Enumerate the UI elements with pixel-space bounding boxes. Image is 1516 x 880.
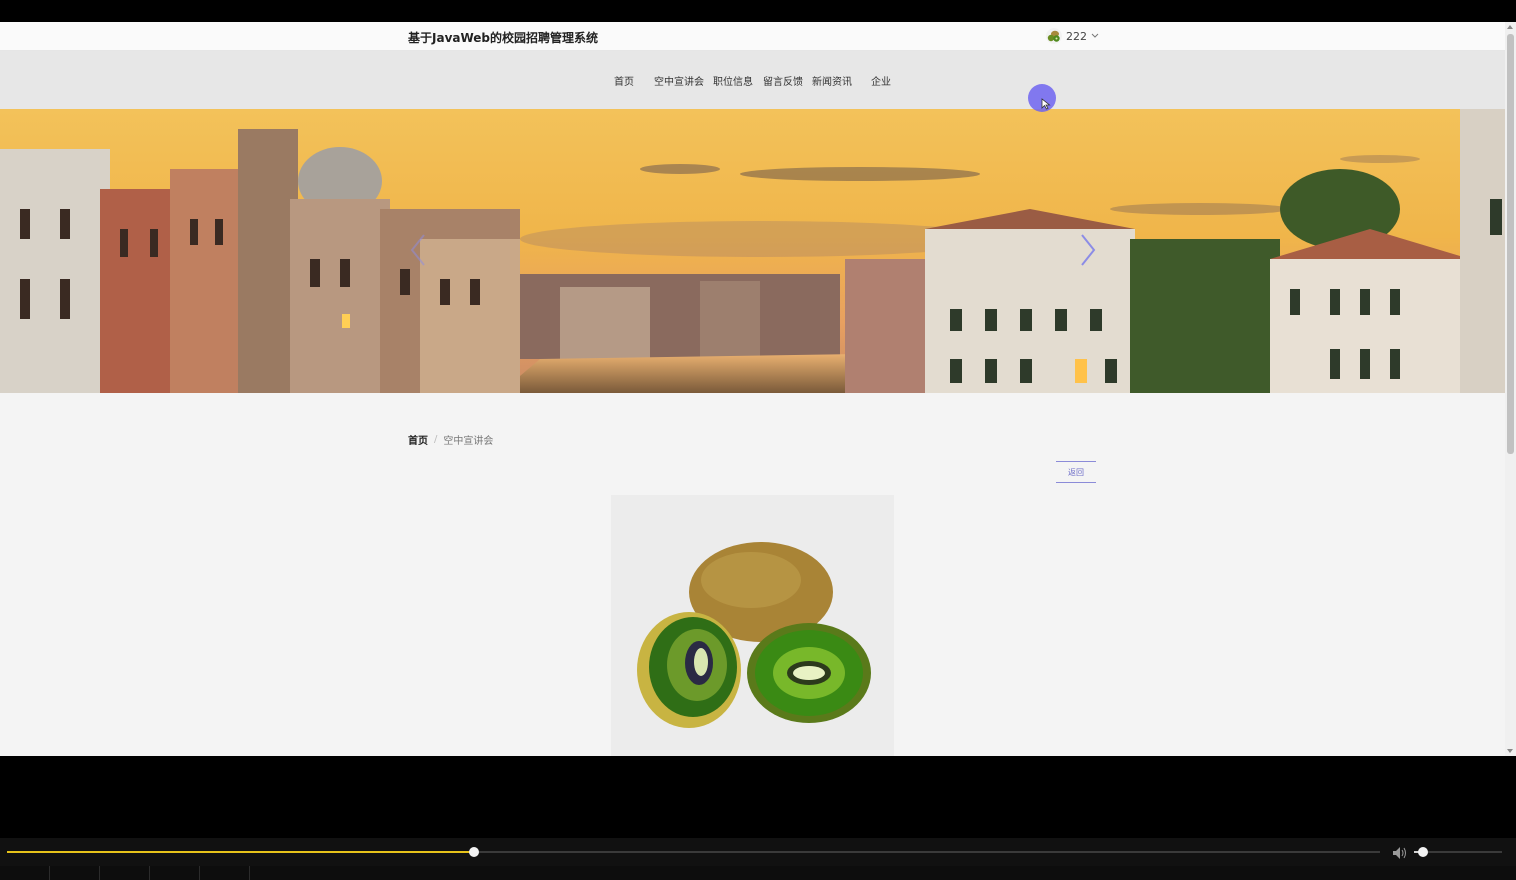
breadcrumb-home[interactable]: 首页 bbox=[408, 432, 428, 447]
video-player-controls bbox=[0, 838, 1516, 866]
scrollbar-thumb[interactable] bbox=[1507, 34, 1514, 454]
player-button[interactable] bbox=[200, 866, 250, 880]
breadcrumb-current: 空中宣讲会 bbox=[443, 436, 494, 447]
chevron-left-icon[interactable] bbox=[408, 233, 428, 267]
web-page: 基于JavaWeb的校园招聘管理系统 222 首页 空中宣讲会 职位信息 留言反… bbox=[0, 22, 1505, 756]
breadcrumb-separator: / bbox=[434, 434, 438, 445]
chevron-down-icon bbox=[1091, 32, 1099, 41]
top-bar: 基于JavaWeb的校园招聘管理系统 222 bbox=[0, 22, 1505, 51]
nav-item-jobs[interactable]: 职位信息 bbox=[713, 73, 753, 88]
user-menu[interactable]: 222 bbox=[1046, 28, 1099, 44]
site-title: 基于JavaWeb的校园招聘管理系统 bbox=[408, 31, 599, 45]
volume-slider[interactable] bbox=[1414, 847, 1502, 857]
nav-item-air-presentation[interactable]: 空中宣讲会 bbox=[654, 73, 704, 88]
player-button[interactable] bbox=[0, 866, 50, 880]
browser-viewport: 基于JavaWeb的校园招聘管理系统 222 首页 空中宣讲会 职位信息 留言反… bbox=[0, 22, 1516, 756]
banner-image bbox=[0, 109, 1505, 393]
chevron-right-icon[interactable] bbox=[1078, 233, 1098, 267]
scroll-up-icon[interactable] bbox=[1507, 25, 1513, 29]
mouse-pointer-icon bbox=[1041, 95, 1051, 110]
nav-item-feedback[interactable]: 留言反馈 bbox=[763, 73, 803, 88]
player-button-strip bbox=[0, 866, 1516, 880]
progress-fill bbox=[7, 851, 474, 853]
kiwi-avatar-icon bbox=[1046, 28, 1062, 44]
breadcrumb: 首页 / 空中宣讲会 bbox=[408, 432, 493, 447]
scroll-down-icon[interactable] bbox=[1507, 749, 1513, 753]
player-button[interactable] bbox=[100, 866, 150, 880]
nav-item-company[interactable]: 企业 bbox=[871, 73, 891, 88]
detail-image bbox=[611, 495, 894, 756]
page-scrollbar[interactable] bbox=[1505, 22, 1516, 756]
volume-handle[interactable] bbox=[1418, 847, 1428, 857]
progress-bar[interactable] bbox=[7, 847, 1380, 857]
banner-carousel[interactable] bbox=[0, 109, 1505, 393]
speaker-icon[interactable] bbox=[1392, 845, 1408, 859]
nav-item-home[interactable]: 首页 bbox=[614, 73, 634, 88]
screen: 基于JavaWeb的校园招聘管理系统 222 首页 空中宣讲会 职位信息 留言反… bbox=[0, 0, 1516, 880]
progress-handle[interactable] bbox=[469, 847, 479, 857]
player-button[interactable] bbox=[50, 866, 100, 880]
back-button[interactable]: 返回 bbox=[1056, 461, 1096, 483]
username: 222 bbox=[1066, 29, 1087, 43]
nav-item-news[interactable]: 新闻资讯 bbox=[812, 73, 852, 88]
player-button[interactable] bbox=[150, 866, 200, 880]
main-nav: 首页 空中宣讲会 职位信息 留言反馈 新闻资讯 企业 bbox=[0, 51, 1505, 109]
